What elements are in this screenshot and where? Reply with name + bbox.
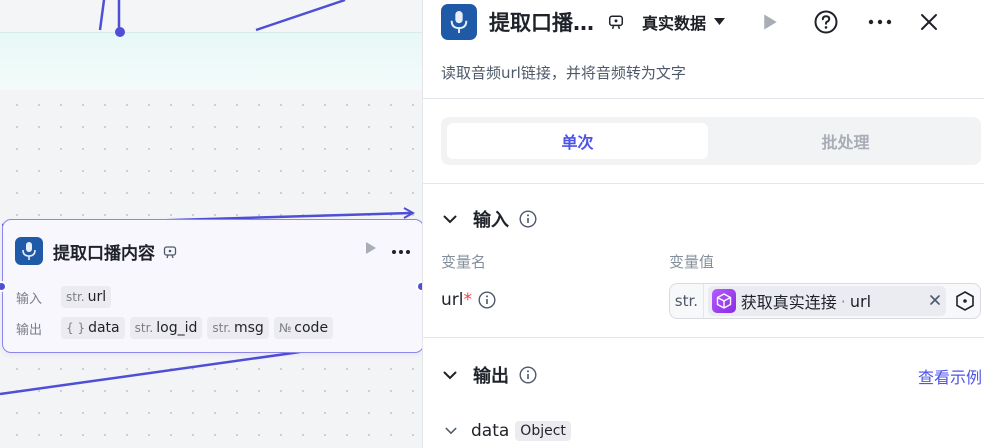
var-name-text: url [441,290,464,310]
ref-separator: · [840,291,846,311]
chip-name: data [88,320,120,336]
output-name: data [471,421,510,441]
chip-name: url [87,289,107,305]
divider [423,98,984,99]
chip-type: str. [134,321,154,335]
chip-name: code [294,320,329,336]
microphone-icon [441,4,477,40]
run-node-icon[interactable] [365,240,377,259]
outputs-section-title: 输出 [473,366,509,387]
more-icon[interactable] [868,19,892,25]
variable-reference-tag[interactable]: 获取真实连接 · url [707,286,947,316]
clear-reference-icon[interactable] [930,293,941,309]
microphone-icon [15,237,43,265]
workflow-canvas[interactable]: 提取口播内容 输入 str. url 输出 { } data str. log_… [0,0,422,448]
ref-field: url [849,291,872,311]
more-icon[interactable] [391,240,411,259]
help-icon[interactable] [814,10,838,34]
panel-header: 提取口播… 真实数据 [441,4,984,40]
node-output-chip: { } data [61,317,125,339]
variable-select-icon[interactable] [950,290,980,312]
tab-batch[interactable]: 批处理 [715,123,976,159]
cube-icon [711,289,736,313]
info-icon [519,366,537,384]
view-example-link[interactable]: 查看示例 [918,364,982,388]
data-mode-dropdown[interactable]: 真实数据 [642,10,726,34]
edge-port [115,27,125,37]
panel-description: 读取音频url链接，并将音频转为文字 [441,64,686,82]
run-mode-tabs: 单次 批处理 [441,117,981,165]
edge-line [0,350,301,396]
value-type-label: str. [670,284,704,318]
input-value-field[interactable]: str. 获取真实连接 · url [669,283,981,319]
workflow-node-extract-speech[interactable]: 提取口播内容 输入 str. url 输出 { } data str. log_… [2,219,422,353]
input-var-name: url* [441,290,496,310]
data-mode-label: 真实数据 [642,14,707,33]
outputs-section-header[interactable]: 输出 [443,362,537,388]
chip-type: str. [66,290,85,304]
inputs-section-title: 输入 [473,210,509,231]
node-output-label: 输出 [16,322,43,338]
divider [423,183,984,184]
node-header: 提取口播内容 [15,236,177,266]
node-output-chip: str. log_id [129,317,203,339]
chip-name: log_id [156,320,198,336]
divider [423,337,984,338]
node-output-chip: № code [273,317,334,339]
column-header-name: 变量名 [441,253,487,271]
output-tree-item[interactable]: data Object [445,421,571,441]
node-output-chip: str. msg [207,317,269,339]
close-icon[interactable] [920,13,938,31]
chevron-down-icon [443,215,457,223]
output-type-badge: Object [515,421,571,441]
plugin-icon [608,14,624,30]
node-test-panel: 提取口播… 真实数据 读取音频url链接，并将音频转为文字 单次 批处理 输入 [422,0,984,448]
chip-type: № [278,321,292,335]
required-mark: * [463,290,473,310]
run-icon[interactable] [763,13,778,31]
chip-type: str. [212,321,231,335]
chevron-down-icon [445,427,457,435]
node-title: 提取口播内容 [53,243,155,264]
chip-type: { } [66,321,86,335]
node-actions [365,240,411,259]
chevron-down-icon [443,371,457,379]
ref-source: 获取真实连接 [740,293,837,312]
column-header-value: 变量值 [669,253,715,271]
node-inputs-row: 输入 str. url [16,286,112,308]
caret-down-icon [714,18,726,25]
info-icon [519,210,537,228]
edge-line [98,0,106,31]
node-input-label: 输入 [16,291,43,307]
node-input-chip: str. url [61,286,112,308]
chip-name: msg [233,320,264,336]
plugin-icon [163,244,177,259]
info-icon [478,291,496,309]
panel-title: 提取口播… [489,11,594,35]
tab-single[interactable]: 单次 [447,123,708,159]
edge-line [255,0,346,32]
node-outputs-row: 输出 { } data str. log_id str. msg № code [16,317,334,339]
inputs-section-header[interactable]: 输入 [443,206,537,232]
